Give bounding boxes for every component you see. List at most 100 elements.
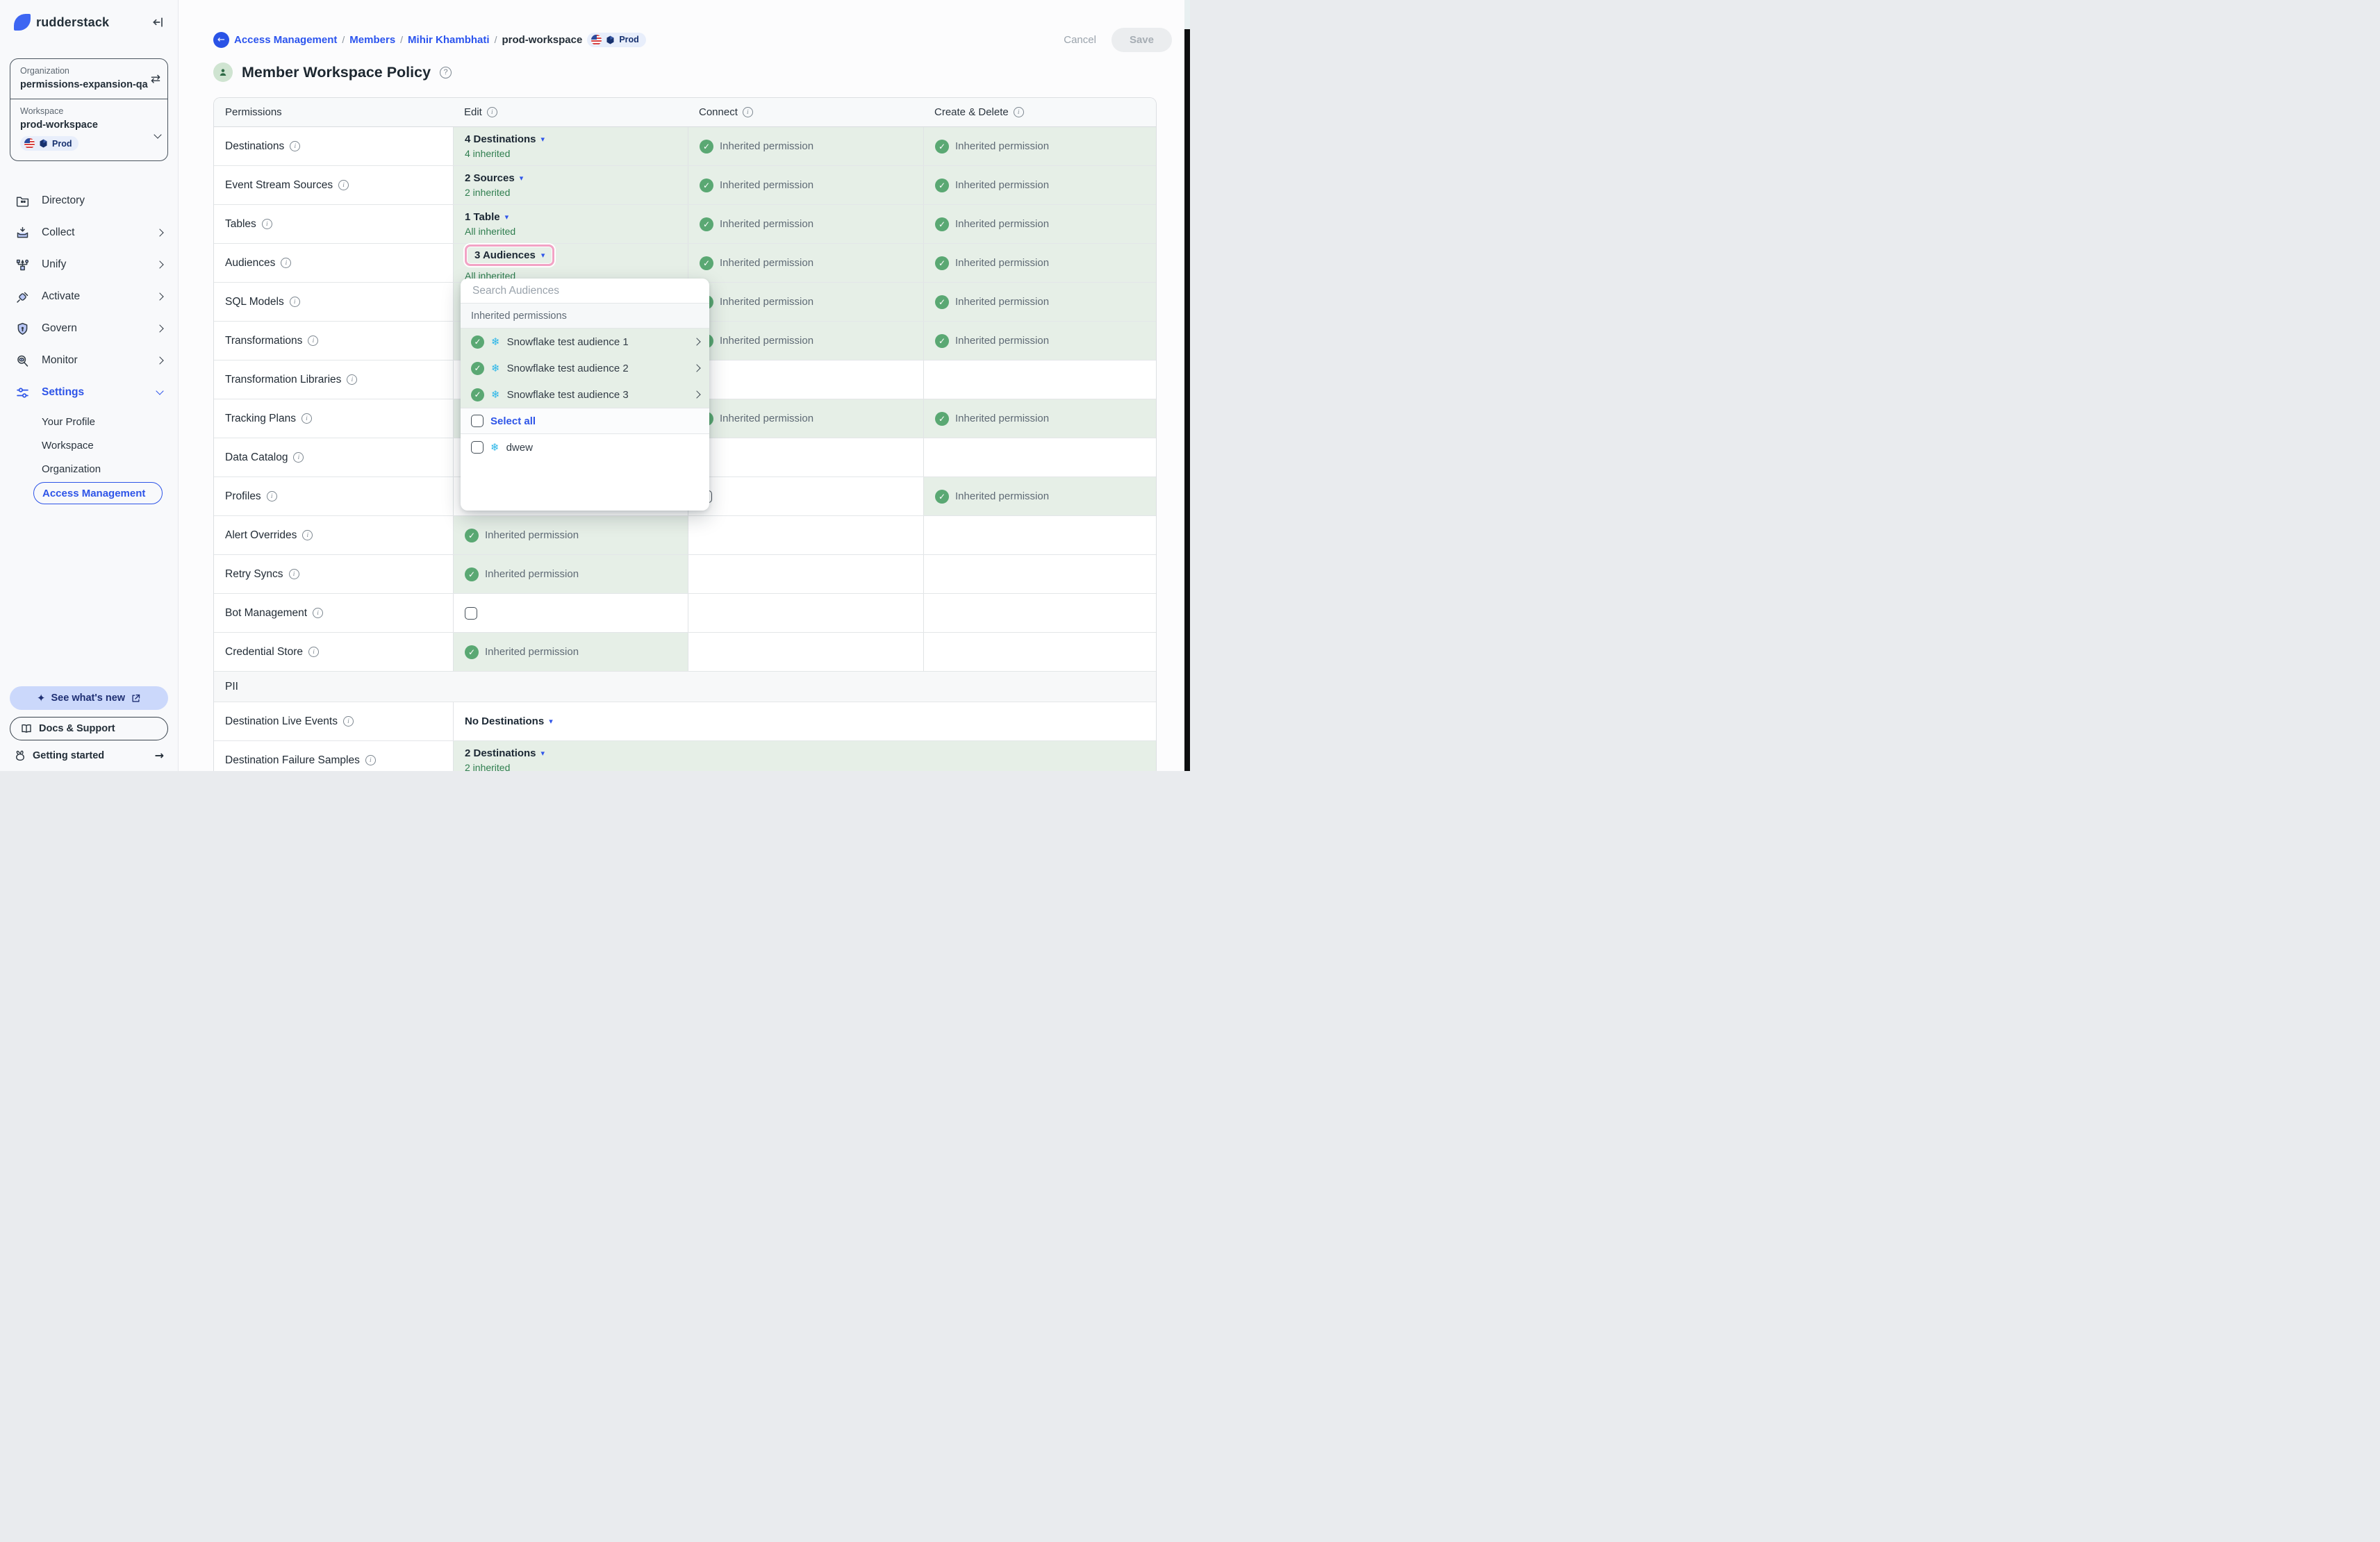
chevron-down-icon — [156, 387, 163, 395]
breadcrumb-item[interactable]: Members — [349, 34, 395, 46]
swap-org-icon[interactable]: ⇄ — [151, 72, 160, 86]
info-icon[interactable]: i — [343, 716, 354, 727]
bot-management-checkbox[interactable] — [465, 607, 477, 620]
chevron-right-icon — [156, 260, 163, 268]
arrow-left-icon: ← — [217, 35, 225, 45]
breadcrumb-separator: / — [342, 34, 345, 45]
cell-c4-alert-overrides — [923, 516, 1157, 554]
audience-option[interactable]: ❄ dwew — [461, 434, 709, 461]
main-content: ←Access Management/Members/Mihir Khambha… — [179, 0, 1190, 771]
info-icon[interactable]: i — [290, 297, 300, 307]
sidebar-subitem-workspace[interactable]: Workspace — [10, 433, 168, 457]
info-icon[interactable]: i — [338, 180, 349, 190]
info-icon[interactable]: i — [347, 374, 357, 385]
sidebar-item-activate[interactable]: Activate — [10, 281, 168, 313]
snowflake-icon: ❄ — [491, 388, 500, 401]
help-icon[interactable]: ? — [440, 67, 452, 78]
us-flag-icon — [24, 138, 35, 149]
workspace-selector[interactable]: Workspace prod-workspace Prod — [10, 99, 167, 160]
chevron-down-icon[interactable] — [155, 132, 160, 138]
info-icon[interactable]: i — [308, 335, 318, 346]
brand-name: rudderstack — [36, 15, 109, 30]
info-icon[interactable]: i — [267, 491, 277, 501]
workspace-label: Workspace — [20, 106, 158, 116]
breadcrumb-item[interactable]: Access Management — [234, 34, 337, 46]
sidebar-subitem-access-management[interactable]: Access Management — [33, 482, 163, 504]
cell-c2-alert-overrides: ✓Inherited permission — [453, 516, 688, 554]
audience-checkbox[interactable] — [471, 441, 484, 454]
sidebar-item-directory[interactable]: Directory — [10, 185, 168, 217]
cell-c2-destination-live-events: No Destinations ▾ — [453, 702, 1157, 740]
info-icon[interactable]: i — [302, 530, 313, 540]
cell-c4-retry-syncs — [923, 555, 1157, 593]
check-circle-icon: ✓ — [935, 334, 949, 348]
section-row-pii: PII — [214, 672, 1156, 702]
info-icon[interactable]: i — [262, 219, 272, 229]
activate-icon — [14, 288, 31, 305]
cell-c3-alert-overrides — [688, 516, 923, 554]
sidebar-item-govern[interactable]: Govern — [10, 313, 168, 345]
sidebar-subitem-your-profile[interactable]: Your Profile — [10, 410, 168, 433]
info-icon[interactable]: i — [365, 755, 376, 765]
destination-live-events-dropdown-button[interactable]: No Destinations ▾ — [465, 715, 1157, 727]
audiences-dropdown-button[interactable]: 3 Audiences ▾ — [465, 244, 554, 266]
collect-icon — [14, 224, 31, 241]
info-icon[interactable]: i — [1014, 107, 1024, 117]
sidebar-item-monitor[interactable]: Monitor — [10, 345, 168, 376]
column-header-create-delete: Create & Deletei — [923, 98, 1157, 126]
check-circle-icon: ✓ — [471, 388, 484, 401]
info-icon[interactable]: i — [281, 258, 291, 268]
info-icon[interactable]: i — [289, 569, 299, 579]
caret-down-icon: ▾ — [549, 717, 553, 726]
settings-subnav: Your ProfileWorkspaceOrganizationAccess … — [10, 410, 168, 504]
select-all-option[interactable]: Select all — [461, 408, 709, 434]
see-whats-new-button[interactable]: ✦ See what's new — [10, 686, 168, 710]
info-icon[interactable]: i — [290, 141, 300, 151]
info-icon[interactable]: i — [301, 413, 312, 424]
workspace-badge-label: Prod — [52, 139, 72, 149]
table-header: PermissionsEditiConnectiCreate & Deletei — [214, 98, 1156, 127]
check-circle-icon: ✓ — [471, 362, 484, 375]
chevron-right-icon — [156, 324, 163, 332]
save-button[interactable]: Save — [1112, 28, 1172, 52]
check-circle-icon: ✓ — [700, 217, 713, 231]
cell-c4-bot-management — [923, 594, 1157, 632]
info-icon[interactable]: i — [743, 107, 753, 117]
sidebar-item-settings[interactable]: Settings — [10, 376, 168, 408]
audience-option[interactable]: ✓ ❄ Snowflake test audience 3 — [461, 381, 709, 408]
unify-icon — [14, 256, 31, 273]
workspace-prod-badge: Prod — [20, 136, 78, 151]
caret-down-icon: ▾ — [505, 213, 509, 222]
rudderstack-logo: rudderstack — [14, 14, 109, 31]
audience-option[interactable]: ✓ ❄ Snowflake test audience 2 — [461, 355, 709, 381]
search-audiences-input[interactable] — [471, 284, 686, 298]
sidebar-item-unify[interactable]: Unify — [10, 249, 168, 281]
cancel-button[interactable]: Cancel — [1064, 34, 1096, 46]
cell-c4-tracking-plans: ✓Inherited permission — [923, 399, 1157, 438]
scrollbar-thumb[interactable] — [1184, 29, 1190, 771]
info-icon[interactable]: i — [293, 452, 304, 463]
back-button[interactable]: ← — [213, 32, 229, 48]
select-all-checkbox[interactable] — [471, 415, 484, 427]
breadcrumb-item[interactable]: Mihir Khambhati — [408, 34, 490, 46]
cell-c2-destinations: 4 Destinations ▾4 inherited — [453, 127, 688, 165]
tables-dropdown-button[interactable]: 1 Table ▾ — [465, 211, 688, 223]
sidebar-subitem-organization[interactable]: Organization — [10, 457, 168, 481]
info-icon[interactable]: i — [308, 647, 319, 657]
sidebar-item-collect[interactable]: Collect — [10, 217, 168, 249]
destinations-dropdown-button[interactable]: 4 Destinations ▾ — [465, 133, 688, 145]
info-icon[interactable]: i — [313, 608, 323, 618]
docs-support-button[interactable]: Docs & Support — [10, 717, 168, 740]
destination-failure-samples-dropdown-button[interactable]: 2 Destinations ▾ — [465, 747, 1157, 759]
getting-started-button[interactable]: Getting started → — [10, 749, 168, 762]
audience-option[interactable]: ✓ ❄ Snowflake test audience 1 — [461, 329, 709, 355]
event-stream-sources-dropdown-button[interactable]: 2 Sources ▾ — [465, 172, 688, 184]
breadcrumb-item: prod-workspace — [502, 34, 582, 46]
page-title: Member Workspace Policy — [242, 64, 431, 81]
cell-c4-credential-store — [923, 633, 1157, 671]
sidebar-collapse-icon[interactable] — [151, 15, 165, 29]
rudderstack-logo-icon — [14, 14, 31, 31]
info-icon[interactable]: i — [487, 107, 497, 117]
organization-selector[interactable]: Organization permissions-expansion-qa ⇄ — [10, 59, 167, 99]
scrollbar-track — [1184, 0, 1190, 771]
